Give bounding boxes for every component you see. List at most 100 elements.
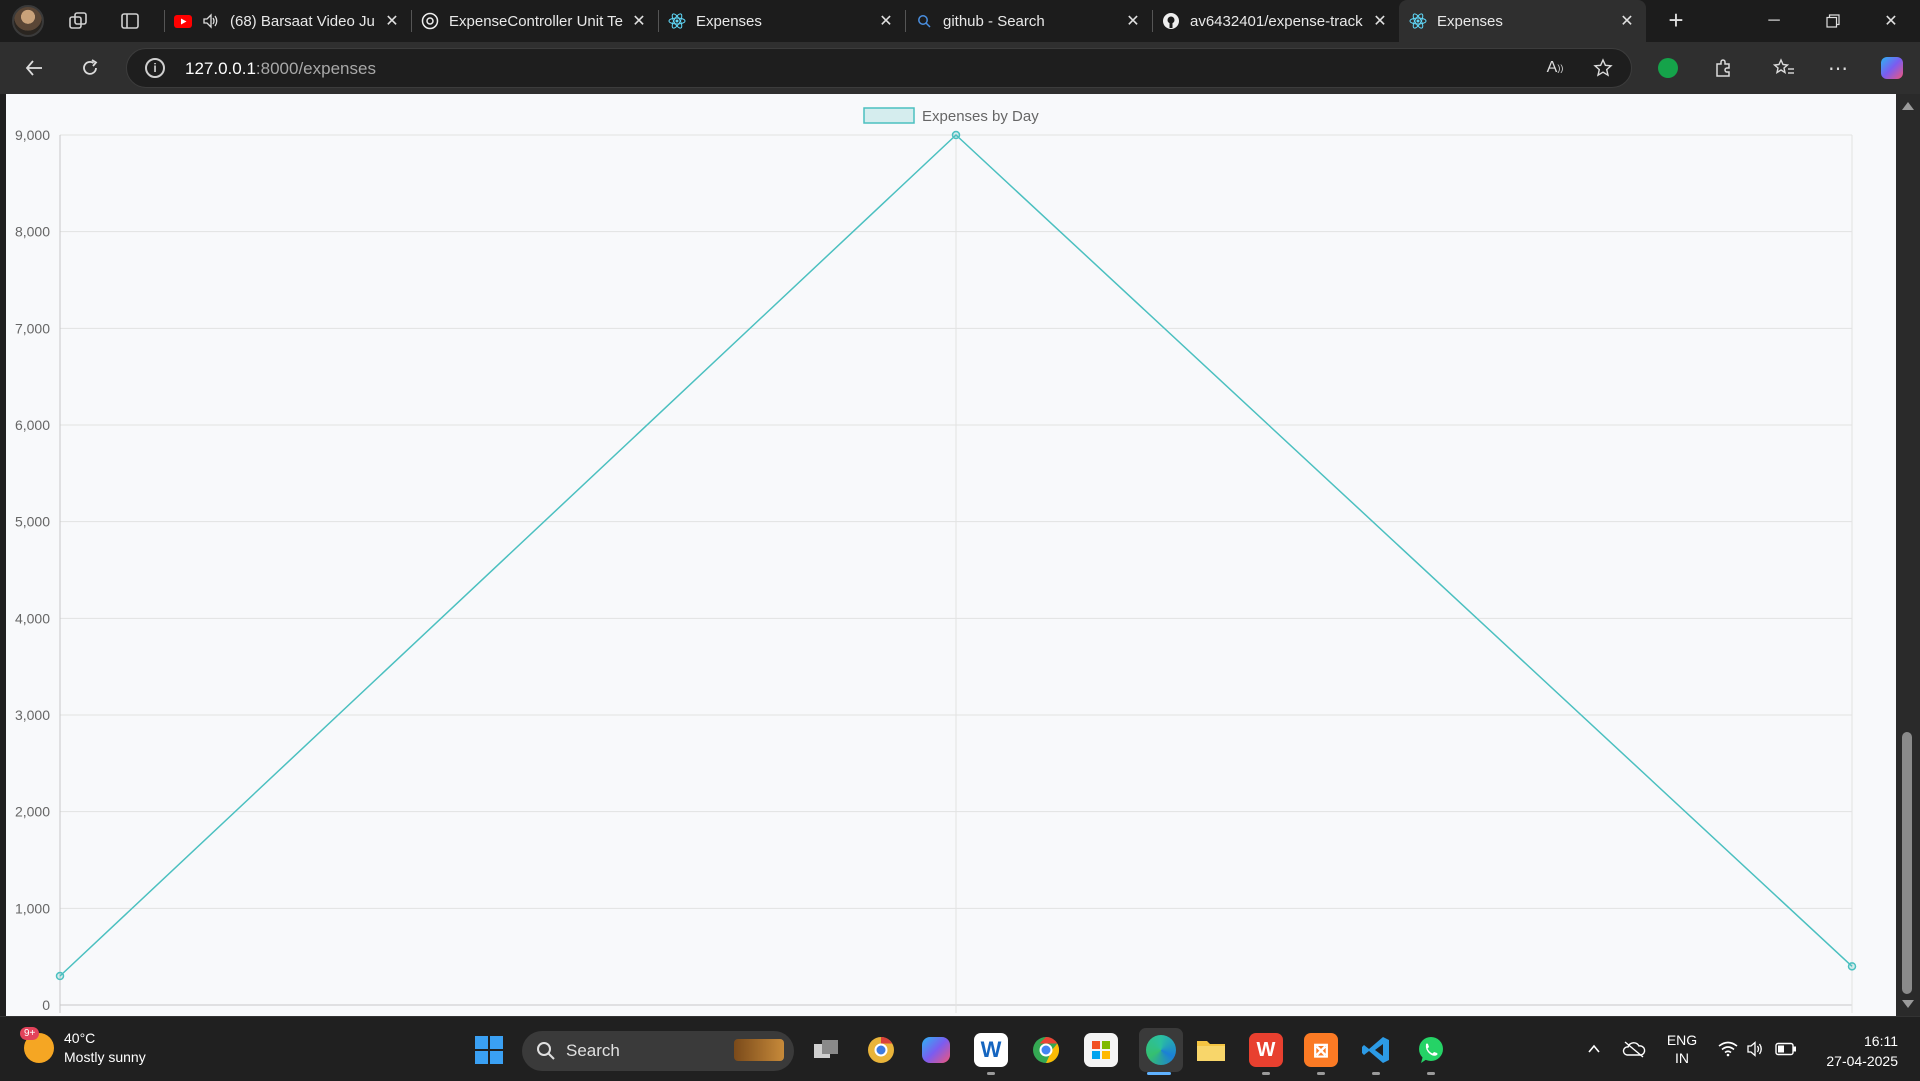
search-highlight-image [734, 1039, 784, 1061]
scrollbar-thumb[interactable] [1902, 732, 1912, 994]
favorite-star-icon[interactable] [1585, 50, 1621, 86]
show-hidden-icons-chevron[interactable] [1580, 1017, 1608, 1081]
tab-youtube[interactable]: (68) Barsaat Video Ju ✕ [164, 0, 411, 42]
wps-office-icon[interactable]: W [1249, 1033, 1283, 1067]
y-tick-label: 2,000 [15, 804, 50, 820]
close-window-button[interactable]: ✕ [1862, 0, 1920, 42]
page-content: 0 1,000 2,000 3,000 4,000 5,000 6,000 7,000 8,00… [6, 94, 1896, 1016]
extensions-icon[interactable] [1705, 50, 1741, 86]
read-aloud-icon[interactable]: A)) [1537, 50, 1573, 86]
openai-icon [421, 12, 439, 30]
url-host: 127.0.0.1 [185, 59, 256, 78]
chrome-icon[interactable] [1029, 1033, 1063, 1067]
tab-title: (68) Barsaat Video Ju [230, 12, 375, 30]
close-icon[interactable]: ✕ [1371, 11, 1389, 31]
url-text[interactable]: 127.0.0.1:8000/expenses [185, 59, 376, 79]
tab-title: ExpenseController Unit Te [449, 12, 623, 30]
y-tick-label: 8,000 [15, 224, 50, 240]
more-menu-icon[interactable]: ⋯ [1820, 50, 1856, 86]
page-scrollbar[interactable] [1896, 94, 1920, 1016]
start-button[interactable] [472, 1033, 506, 1067]
language-indicator[interactable]: ENG IN [1660, 1017, 1704, 1081]
notification-badge: 9+ [20, 1027, 40, 1040]
youtube-icon [174, 12, 192, 30]
tab-github-repo[interactable]: av6432401/expense-track ✕ [1152, 0, 1399, 42]
search-label: Search [566, 1041, 620, 1060]
profile-avatar[interactable] [12, 5, 44, 37]
favorites-icon[interactable] [1766, 50, 1802, 86]
weather-widget[interactable]: 9+ 40°C Mostly sunny [20, 1027, 146, 1067]
windows-taskbar: 9+ 40°C Mostly sunny Search W W ⊠ ENG IN… [0, 1016, 1920, 1080]
running-indicator [1262, 1072, 1270, 1075]
y-tick-label: 9,000 [15, 127, 50, 143]
microsoft-store-icon[interactable] [1084, 1033, 1118, 1067]
chrome-canary-icon[interactable] [864, 1033, 898, 1067]
minimize-button[interactable]: ─ [1745, 0, 1803, 42]
tab-expenses-active[interactable]: Expenses ✕ [1399, 0, 1646, 42]
copilot-icon[interactable] [1874, 50, 1910, 86]
speaker-icon[interactable] [202, 12, 220, 30]
close-icon[interactable]: ✕ [630, 11, 648, 31]
react-icon [1409, 12, 1427, 30]
whatsapp-icon[interactable] [1414, 1033, 1448, 1067]
task-view-icon[interactable] [809, 1033, 843, 1067]
onedrive-offline-icon[interactable] [1618, 1017, 1650, 1081]
edge-icon[interactable] [1139, 1028, 1183, 1072]
running-indicator [1317, 1072, 1325, 1075]
region-code: IN [1675, 1050, 1689, 1066]
new-tab-button[interactable]: + [1660, 5, 1692, 37]
restore-button[interactable] [1804, 0, 1862, 42]
close-icon[interactable]: ✕ [877, 11, 895, 31]
writer-app-icon[interactable]: W [974, 1033, 1008, 1067]
system-clock[interactable]: 16:11 27-04-2025 [1818, 1031, 1898, 1071]
battery-icon[interactable] [1771, 1017, 1801, 1081]
running-indicator [1427, 1072, 1435, 1075]
refresh-button[interactable] [72, 50, 108, 86]
y-tick-label: 0 [42, 997, 50, 1013]
expenses-line-chart: 0 1,000 2,000 3,000 4,000 5,000 6,000 7,000 8,00… [15, 107, 1857, 1013]
y-tick-label: 6,000 [15, 417, 50, 433]
scroll-down-arrow[interactable] [1902, 1000, 1914, 1008]
browser-toolbar: i 127.0.0.1:8000/expenses A)) ⋯ [0, 42, 1920, 94]
data-point [1847, 962, 1857, 971]
y-tick-label: 4,000 [15, 610, 50, 626]
running-indicator [1372, 1072, 1380, 1075]
tab-title: github - Search [943, 12, 1045, 30]
site-info-icon[interactable]: i [145, 58, 165, 78]
wifi-icon[interactable] [1715, 1017, 1741, 1081]
file-explorer-icon[interactable] [1194, 1033, 1228, 1067]
running-indicator [987, 1072, 995, 1075]
vertical-tabs-icon[interactable] [110, 1, 150, 41]
tab-chatgpt[interactable]: ExpenseController Unit Te ✕ [411, 0, 658, 42]
back-button[interactable] [16, 50, 52, 86]
volume-icon[interactable] [1743, 1017, 1769, 1081]
language-code: ENG [1666, 1032, 1698, 1048]
clock-time: 16:11 [1864, 1033, 1898, 1049]
y-tick-label: 5,000 [15, 514, 50, 530]
tab-expenses[interactable]: Expenses ✕ [658, 0, 905, 42]
y-tick-label: 3,000 [15, 707, 50, 723]
workspaces-icon[interactable] [58, 1, 98, 41]
legend-label: Expenses by Day [922, 108, 1039, 125]
weather-temp: 40°C [64, 1030, 96, 1046]
tab-strip: (68) Barsaat Video Ju ✕ ExpenseControlle… [0, 0, 1920, 42]
react-icon [668, 12, 686, 30]
close-icon[interactable]: ✕ [1124, 11, 1142, 31]
address-bar[interactable]: i 127.0.0.1:8000/expenses A)) [126, 48, 1632, 88]
search-icon [537, 1042, 555, 1060]
xampp-icon[interactable]: ⊠ [1304, 1033, 1338, 1067]
data-point [951, 130, 961, 140]
tab-title: av6432401/expense-track [1190, 12, 1363, 30]
shopping-extension-icon[interactable] [1650, 50, 1686, 86]
y-tick-label: 1,000 [15, 900, 50, 916]
copilot-app-icon[interactable] [919, 1033, 953, 1067]
taskbar-search[interactable]: Search [522, 1031, 794, 1071]
vscode-icon[interactable] [1359, 1033, 1393, 1067]
legend-swatch [863, 107, 915, 124]
close-icon[interactable]: ✕ [1618, 11, 1636, 31]
tab-title: Expenses [1437, 12, 1503, 30]
tab-github-search[interactable]: github - Search ✕ [905, 0, 1152, 42]
close-icon[interactable]: ✕ [383, 11, 401, 31]
scroll-up-arrow[interactable] [1902, 102, 1914, 110]
active-indicator [1147, 1072, 1171, 1075]
